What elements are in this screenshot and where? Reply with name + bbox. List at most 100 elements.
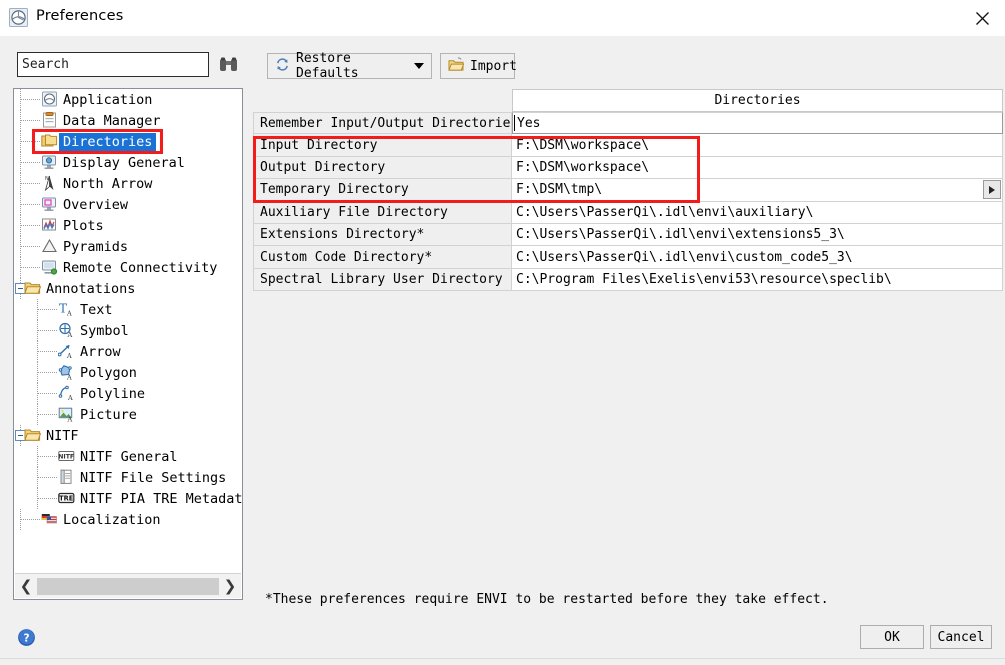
tre-icon: TRE	[58, 490, 76, 507]
tree-item-text[interactable]: T A Text	[14, 299, 242, 320]
svg-text:A: A	[66, 310, 72, 318]
table-cell-value[interactable]: F:\DSM\tmp\	[512, 179, 1003, 202]
tree-item-remote-connectivity[interactable]: Remote Connectivity	[14, 257, 242, 278]
tree-item-display-general[interactable]: Display General	[14, 152, 242, 173]
tree-indent	[14, 299, 58, 320]
tree-indent	[14, 89, 41, 110]
tree-item-polygon[interactable]: A Polygon	[14, 362, 242, 383]
tree-indent	[14, 236, 41, 257]
ok-button[interactable]: OK	[860, 625, 924, 649]
scrollbar-thumb[interactable]	[37, 577, 219, 595]
chevron-down-icon[interactable]	[414, 63, 424, 69]
table-row[interactable]: Output Directory F:\DSM\workspace\	[253, 156, 1003, 180]
table-cell-value[interactable]: C:\Users\PasserQi\.idl\envi\custom_code5…	[512, 246, 1003, 269]
table-cell-value-text: C:\Users\PasserQi\.idl\envi\extensions5_…	[516, 227, 845, 243]
tree-item-label: Picture	[80, 406, 137, 423]
tree-item-annotations[interactable]: Annotations	[14, 278, 242, 299]
table-row[interactable]: Extensions Directory* C:\Users\PasserQi\.…	[253, 223, 1003, 247]
restart-note: *These preferences require ENVI to be re…	[265, 592, 829, 607]
tree-item-localization[interactable]: Localization	[14, 509, 242, 530]
nitf-file-icon	[58, 469, 76, 486]
chevron-right-icon	[989, 185, 995, 194]
table-row[interactable]: Temporary Directory F:\DSM\tmp\	[253, 179, 1003, 202]
cancel-button[interactable]: Cancel	[930, 625, 992, 649]
row-scroll-right-button[interactable]	[983, 180, 1001, 200]
table-cell-value[interactable]: C:\Program Files\Exelis\envi53\resource\…	[512, 268, 1003, 292]
tree-item-label: Polygon	[80, 364, 137, 381]
table-row[interactable]: Spectral Library User Directory C:\Progra…	[253, 268, 1003, 292]
table-row[interactable]: Auxiliary File Directory C:\Users\PasserQ…	[253, 201, 1003, 224]
table-cell-key: Extensions Directory*	[253, 223, 512, 247]
table-row[interactable]: Input Directory F:\DSM\workspace\	[253, 134, 1003, 157]
table-cell-key: Spectral Library User Directory	[253, 268, 512, 292]
tree-item-nitf-file-settings[interactable]: NITF File Settings	[14, 467, 242, 488]
tree-item-north-arrow[interactable]: N North Arrow	[14, 173, 242, 194]
display-icon	[41, 154, 59, 171]
scroll-left-arrow-icon[interactable]: ❮	[15, 575, 37, 597]
restore-defaults-label: Restore Defaults	[296, 51, 359, 81]
table-cell-key: Temporary Directory	[253, 179, 512, 202]
tree-indent	[14, 215, 41, 236]
tree-item-picture[interactable]: A Picture	[14, 404, 242, 425]
tree-item-arrow[interactable]: A Arrow	[14, 341, 242, 362]
tree-item-nitf[interactable]: NITF	[14, 425, 242, 446]
tree-item-label: NITF General	[80, 448, 178, 465]
scrollbar-track[interactable]	[37, 577, 219, 595]
preferences-tree[interactable]: Application Data Manager Directories Displa…	[14, 89, 242, 574]
tree-item-overview[interactable]: Overview	[14, 194, 242, 215]
nitf-icon: NITF	[58, 448, 76, 465]
import-button[interactable]: Import	[440, 53, 517, 79]
tree-item-directories[interactable]: Directories	[14, 131, 242, 152]
tree-indent	[14, 173, 41, 194]
table-row[interactable]: Custom Code Directory* C:\Users\PasserQi\…	[253, 246, 1003, 269]
tree-horizontal-scrollbar[interactable]: ❮ ❯	[15, 573, 241, 598]
tree-item-label: NITF PIA TRE Metadata	[80, 490, 242, 507]
table-cell-value-text: Yes	[517, 115, 541, 131]
tree-indent	[14, 320, 58, 341]
symbol-annotation-icon: A	[58, 322, 76, 339]
table-cell-value[interactable]: C:\Users\PasserQi\.idl\envi\extensions5_…	[512, 223, 1003, 247]
tree-indent	[14, 152, 41, 173]
tree-indent	[14, 509, 41, 530]
tree-item-data-manager[interactable]: Data Manager	[14, 110, 242, 131]
svg-text:TRE: TRE	[59, 495, 74, 503]
binoculars-icon[interactable]	[218, 54, 239, 75]
table-cell-value[interactable]: C:\Users\PasserQi\.idl\envi\auxiliary\	[512, 201, 1003, 224]
close-button[interactable]	[959, 0, 1005, 36]
tree-indent	[14, 131, 41, 152]
svg-text:A: A	[66, 374, 72, 381]
envi-app-icon	[9, 8, 28, 27]
scroll-right-arrow-icon[interactable]: ❯	[219, 575, 241, 597]
tree-item-symbol[interactable]: A Symbol	[14, 320, 242, 341]
arrow-annotation-icon: A	[57, 343, 76, 360]
preferences-tree-panel: Application Data Manager Directories Displa…	[13, 88, 243, 600]
table-cell-value[interactable]: F:\DSM\workspace\	[512, 134, 1003, 157]
tree-item-label: Symbol	[80, 322, 129, 339]
open-folder-icon	[448, 57, 465, 76]
table-row[interactable]: Remember Input/Output Directories Yes	[253, 112, 1003, 135]
tree-item-plots[interactable]: Plots	[14, 215, 242, 236]
tree-item-label: Annotations	[46, 280, 136, 297]
preferences-table: Directories Remember Input/Output Direct…	[253, 89, 1003, 292]
search-field[interactable]	[17, 52, 209, 77]
polyline-annotation-icon: A	[58, 385, 76, 402]
help-icon[interactable]: ?	[17, 628, 36, 647]
tree-item-pyramids[interactable]: Pyramids	[14, 236, 242, 257]
tree-item-nitf-pia-tre-metadata[interactable]: TRE NITF PIA TRE Metadata	[14, 488, 242, 509]
overview-icon	[41, 196, 59, 213]
tree-item-nitf-general[interactable]: NITF NITF General	[14, 446, 242, 467]
svg-text:NITF: NITF	[58, 454, 74, 461]
plots-icon	[41, 217, 59, 234]
table-cell-value[interactable]: Yes	[512, 112, 1003, 135]
svg-text:A: A	[66, 352, 72, 359]
tree-indent	[14, 278, 26, 299]
application-icon	[41, 91, 59, 108]
search-input[interactable]	[18, 53, 208, 76]
table-cell-value[interactable]: F:\DSM\workspace\	[512, 156, 1003, 180]
tree-indent	[14, 257, 41, 278]
tree-item-application[interactable]: Application	[14, 89, 242, 110]
bottom-divider	[0, 658, 1005, 659]
tree-item-polyline[interactable]: A Polyline	[14, 383, 242, 404]
restore-defaults-button[interactable]: Restore Defaults	[267, 51, 432, 81]
tree-indent	[14, 425, 26, 446]
